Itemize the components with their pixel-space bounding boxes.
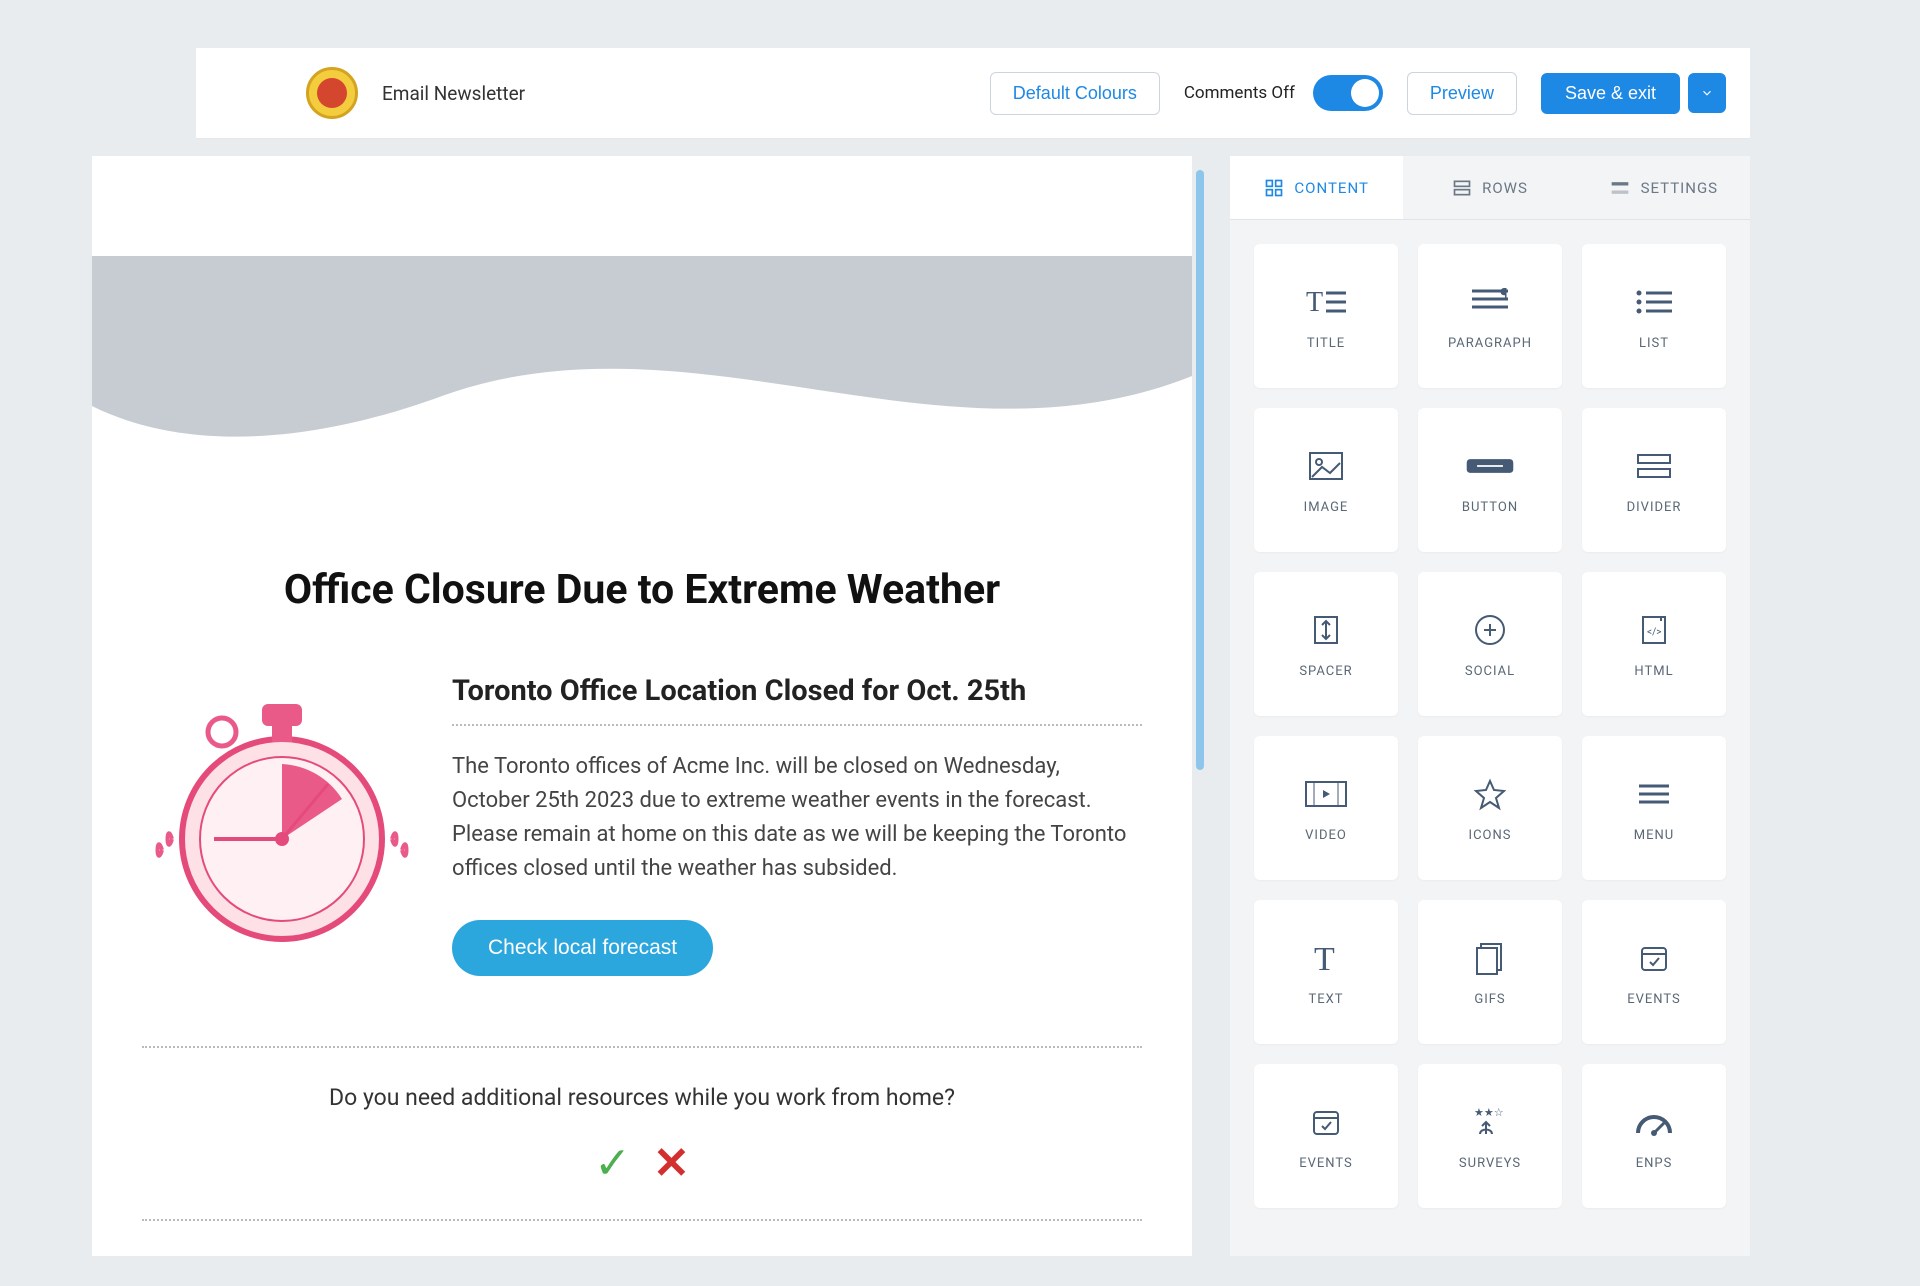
title-icon: T xyxy=(1301,282,1351,322)
email-hero-wave: ACME INC. xyxy=(92,256,1192,506)
settings-icon xyxy=(1609,178,1631,198)
chevron-down-icon xyxy=(1700,86,1714,100)
block-html[interactable]: </> HTML xyxy=(1582,572,1726,716)
email-canvas[interactable]: ACME INC. Office Closure Due to Extreme … xyxy=(92,156,1192,1256)
image-icon xyxy=(1301,446,1351,486)
block-image[interactable]: IMAGE xyxy=(1254,408,1398,552)
app-header: Email Newsletter Default Colours Comment… xyxy=(196,48,1750,139)
poll-options: ✓ ✕ xyxy=(92,1137,1192,1189)
comments-off-label: Comments Off xyxy=(1184,83,1295,103)
tile-label: EVENTS xyxy=(1299,1156,1353,1171)
tile-label: DIVIDER xyxy=(1627,500,1682,515)
block-gifs[interactable]: GIFS xyxy=(1418,900,1562,1044)
star-icon xyxy=(1465,774,1515,814)
tile-label: VIDEO xyxy=(1305,828,1347,843)
tile-label: MENU xyxy=(1634,828,1674,843)
video-icon xyxy=(1301,774,1351,814)
tile-label: HTML xyxy=(1634,664,1673,679)
surveys-icon: ★★☆ xyxy=(1465,1102,1515,1142)
tile-label: SPACER xyxy=(1299,664,1352,679)
preview-button[interactable]: Preview xyxy=(1407,72,1517,115)
block-title[interactable]: T TITLE xyxy=(1254,244,1398,388)
tile-label: IMAGE xyxy=(1304,500,1349,515)
svg-text:★★☆: ★★☆ xyxy=(1474,1106,1504,1119)
gauge-icon xyxy=(1629,1102,1679,1142)
tile-label: PARAGRAPH xyxy=(1448,336,1532,351)
block-events-alt[interactable]: EVENTS xyxy=(1254,1064,1398,1208)
editor-panel: CONTENT ROWS SETTINGS T TITLE ¶ PARAGRAP… xyxy=(1230,156,1750,1256)
svg-text:¶: ¶ xyxy=(1500,285,1508,303)
tile-label: TEXT xyxy=(1308,992,1343,1007)
block-enps[interactable]: ENPS xyxy=(1582,1064,1726,1208)
gifs-icon xyxy=(1465,938,1515,978)
svg-text:</>: </> xyxy=(1647,627,1661,638)
grid-icon xyxy=(1264,178,1284,198)
save-exit-button[interactable]: Save & exit xyxy=(1541,73,1680,114)
document-title: Email Newsletter xyxy=(382,82,525,105)
calendar-icon xyxy=(1629,938,1679,978)
rows-icon xyxy=(1452,178,1472,198)
divider xyxy=(142,1046,1142,1048)
email-headline: Office Closure Due to Extreme Weather xyxy=(92,566,1192,614)
block-divider[interactable]: DIVIDER xyxy=(1582,408,1726,552)
divider-icon xyxy=(1629,446,1679,486)
tile-label: EVENTS xyxy=(1627,992,1681,1007)
app-logo-icon xyxy=(306,67,358,119)
block-text[interactable]: T TEXT xyxy=(1254,900,1398,1044)
canvas-scrollbar[interactable] xyxy=(1196,170,1204,770)
divider xyxy=(142,1219,1142,1221)
tab-label: SETTINGS xyxy=(1641,179,1719,197)
content-blocks-grid: T TITLE ¶ PARAGRAPH LIST IMAGE BUTTON DI… xyxy=(1230,220,1750,1232)
block-spacer[interactable]: SPACER xyxy=(1254,572,1398,716)
email-body-main: Toronto Office Location Closed for Oct. … xyxy=(452,674,1142,976)
tab-label: CONTENT xyxy=(1294,179,1369,197)
email-subheadline: Toronto Office Location Closed for Oct. … xyxy=(452,674,1142,708)
tab-rows[interactable]: ROWS xyxy=(1403,156,1576,220)
paragraph-icon: ¶ xyxy=(1465,282,1515,322)
tile-label: GIFS xyxy=(1474,992,1505,1007)
check-forecast-button[interactable]: Check local forecast xyxy=(452,920,713,976)
block-icons[interactable]: ICONS xyxy=(1418,736,1562,880)
tile-label: ICONS xyxy=(1469,828,1512,843)
block-surveys[interactable]: ★★☆ SURVEYS xyxy=(1418,1064,1562,1208)
default-colours-button[interactable]: Default Colours xyxy=(990,72,1160,115)
html-icon: </> xyxy=(1629,610,1679,650)
block-social[interactable]: SOCIAL xyxy=(1418,572,1562,716)
comments-toggle[interactable] xyxy=(1313,75,1383,111)
block-video[interactable]: VIDEO xyxy=(1254,736,1398,880)
svg-text:T: T xyxy=(1314,941,1335,976)
tile-label: BUTTON xyxy=(1462,500,1518,515)
text-icon: T xyxy=(1301,938,1351,978)
email-body-row: Toronto Office Location Closed for Oct. … xyxy=(92,614,1192,1016)
tile-label: SURVEYS xyxy=(1459,1156,1521,1171)
email-body-text: The Toronto offices of Acme Inc. will be… xyxy=(452,750,1142,886)
poll-no-icon[interactable]: ✕ xyxy=(653,1137,690,1189)
svg-text:T: T xyxy=(1306,287,1323,318)
block-button[interactable]: BUTTON xyxy=(1418,408,1562,552)
divider xyxy=(452,724,1142,726)
tile-label: LIST xyxy=(1639,336,1669,351)
tile-label: ENPS xyxy=(1636,1156,1673,1171)
tile-label: SOCIAL xyxy=(1465,664,1515,679)
panel-tabs: CONTENT ROWS SETTINGS xyxy=(1230,156,1750,220)
tab-label: ROWS xyxy=(1482,179,1528,197)
stopwatch-icon xyxy=(152,674,412,954)
social-icon xyxy=(1465,610,1515,650)
save-exit-dropdown[interactable] xyxy=(1688,73,1726,113)
list-icon xyxy=(1629,282,1679,322)
button-icon xyxy=(1465,446,1515,486)
poll-yes-icon[interactable]: ✓ xyxy=(594,1137,631,1189)
stopwatch-illustration xyxy=(142,674,422,976)
calendar-icon xyxy=(1301,1102,1351,1142)
block-list[interactable]: LIST xyxy=(1582,244,1726,388)
poll-question: Do you need additional resources while y… xyxy=(92,1084,1192,1111)
tab-content[interactable]: CONTENT xyxy=(1230,156,1403,220)
menu-icon xyxy=(1629,774,1679,814)
block-events[interactable]: EVENTS xyxy=(1582,900,1726,1044)
tile-label: TITLE xyxy=(1307,336,1345,351)
block-menu[interactable]: MENU xyxy=(1582,736,1726,880)
tab-settings[interactable]: SETTINGS xyxy=(1577,156,1750,220)
block-paragraph[interactable]: ¶ PARAGRAPH xyxy=(1418,244,1562,388)
spacer-icon xyxy=(1301,610,1351,650)
